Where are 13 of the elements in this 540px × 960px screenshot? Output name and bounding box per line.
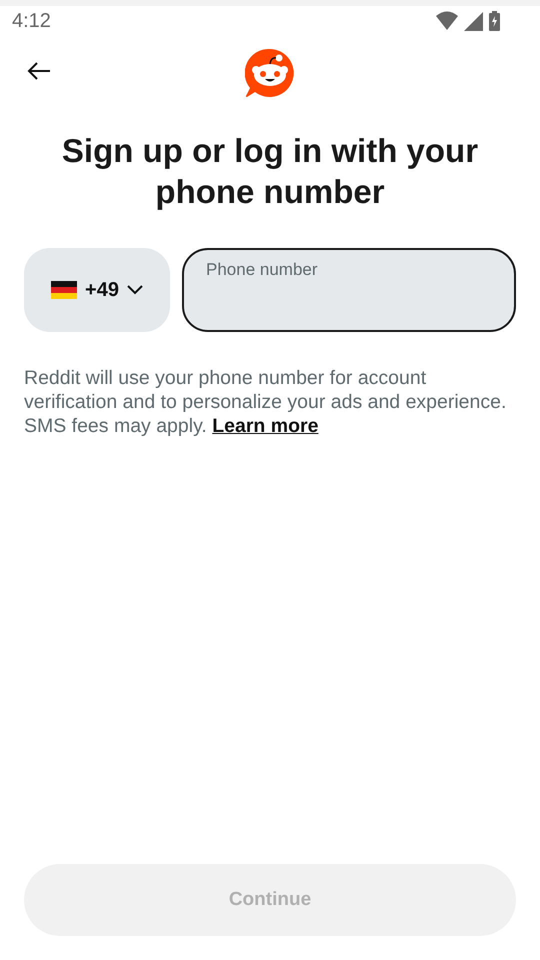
alien-logo-icon xyxy=(245,48,295,98)
wifi-icon xyxy=(436,11,458,31)
signal-icon xyxy=(464,12,483,30)
battery-icon xyxy=(489,11,500,31)
status-time: 4:12 xyxy=(12,10,51,32)
chevron-down-icon xyxy=(126,285,143,295)
disclaimer-text: Reddit will use your phone number for account verification and to personalize your ads and experience. SMS fees may apply. Learn more xyxy=(24,366,508,438)
phone-number-field[interactable]: Phone number xyxy=(182,248,516,332)
back-arrow-icon[interactable] xyxy=(27,62,51,80)
flag-icon xyxy=(51,281,78,299)
country-code-selector[interactable]: +49 xyxy=(24,248,170,332)
learn-more-link[interactable]: Learn more xyxy=(212,415,318,437)
page-title: Sign up or log in with your phone number xyxy=(60,131,480,212)
